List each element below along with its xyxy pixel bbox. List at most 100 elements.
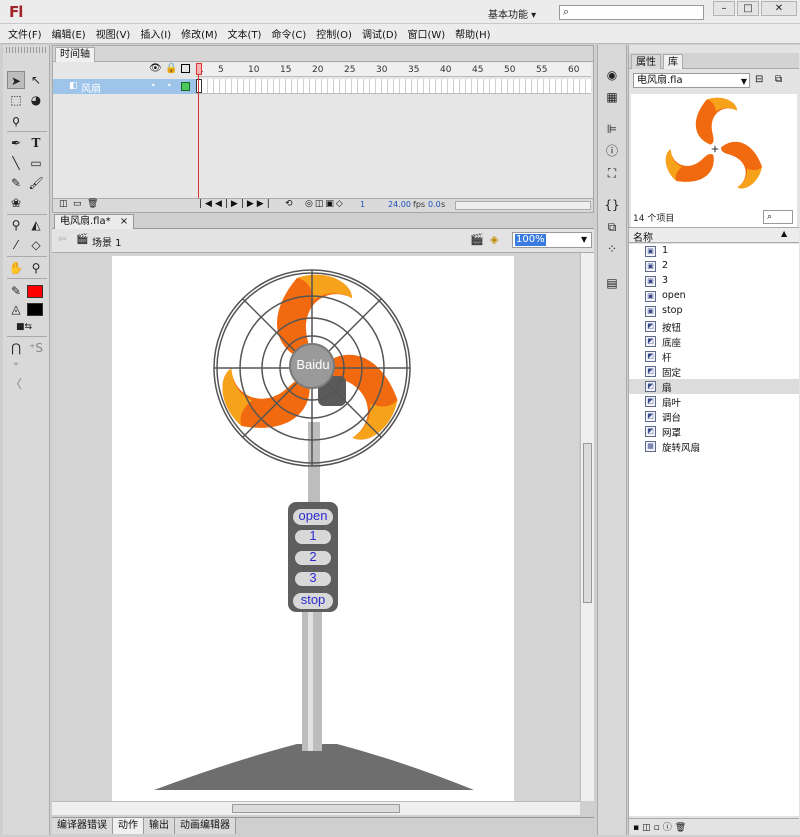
motion-presets-icon[interactable]: ⁘ (604, 241, 620, 257)
workspace-switcher[interactable]: 基本功能 ▾ (488, 6, 536, 21)
line-tool-icon[interactable]: ╲ (7, 154, 25, 172)
library-item[interactable]: ▦ 旋转风扇 (629, 439, 799, 454)
delete-layer-icon[interactable]: 🗑 (87, 199, 98, 209)
frame-ruler[interactable]: 1 5 10 15 20 25 30 35 40 45 50 55 60 (196, 63, 591, 77)
eye-icon[interactable]: 👁 (149, 63, 162, 74)
column-name[interactable]: 名称 (633, 229, 653, 244)
stroke-color-swatch[interactable] (27, 285, 43, 298)
subselection-tool-icon[interactable]: ↖ (27, 71, 45, 89)
tab-output[interactable]: 输出 (144, 818, 175, 834)
menu-modify[interactable]: 修改(M) (177, 26, 221, 41)
speed-1-button[interactable]: 1 (295, 528, 331, 543)
close-button[interactable]: ✕ (761, 1, 797, 16)
tab-compiler-errors[interactable]: 编译器错误 (52, 818, 113, 834)
color-palette-icon[interactable]: ◉ (604, 67, 620, 83)
selection-tool-icon[interactable]: ➤ (7, 71, 25, 89)
frame-rate[interactable]: 24.00 (388, 200, 411, 209)
library-item[interactable]: ◩ 扇叶 (629, 394, 799, 409)
vscroll-thumb[interactable] (583, 443, 592, 603)
library-item[interactable]: ◩ 杆 (629, 349, 799, 364)
outline-icon[interactable] (181, 64, 190, 73)
layer-name[interactable]: 风扇 (81, 80, 101, 95)
library-item-selected[interactable]: ◩ 扇 (629, 379, 799, 394)
eyedropper-icon[interactable]: ⁄ (7, 236, 25, 254)
visible-dot-icon[interactable]: • (151, 81, 156, 90)
tab-motion-editor[interactable]: 动画编辑器 (175, 818, 236, 834)
new-library-panel-icon[interactable]: ⧉ (775, 74, 782, 85)
hscroll-thumb[interactable] (232, 804, 400, 813)
new-folder-icon[interactable]: ▭ (73, 199, 82, 209)
loop-icon[interactable]: ⟲ (285, 199, 293, 209)
scene-name[interactable]: 场景 1 (92, 234, 122, 249)
stage-vscrollbar[interactable] (580, 253, 594, 801)
close-tab-icon[interactable]: × (120, 216, 128, 227)
library-item[interactable]: ◩ 按钮 (629, 319, 799, 334)
snap-magnet-icon[interactable]: ⋂ (7, 339, 25, 357)
layer-row[interactable]: ◧ 风扇 • • (53, 79, 196, 95)
straighten-icon[interactable]: ⁺〈 (7, 357, 25, 391)
library-file-select[interactable]: 电风扇.fla ▼ (633, 73, 750, 88)
library-column-header[interactable]: 名称 ▲ (629, 227, 799, 244)
menu-edit[interactable]: 编辑(E) (48, 26, 90, 41)
rectangle-tool-icon[interactable]: ▭ (27, 154, 45, 172)
playback-controls-icon[interactable]: |◀◀|▶|▶▶| (199, 199, 273, 209)
timeline-hscrollbar[interactable] (455, 201, 591, 210)
frames-row[interactable] (196, 79, 591, 94)
help-search-input[interactable]: ⌕ (559, 5, 704, 20)
menu-window[interactable]: 窗口(W) (403, 26, 449, 41)
minimize-button[interactable]: – (713, 1, 735, 16)
menu-commands[interactable]: 命令(C) (267, 26, 310, 41)
history-icon[interactable]: ▤ (604, 275, 620, 291)
edit-scene-icon[interactable]: 🎬 (470, 233, 484, 246)
zoom-select[interactable]: 100% ▼ (512, 232, 592, 248)
lock-dot-icon[interactable]: • (167, 81, 172, 90)
library-item[interactable]: ▣ stop (629, 304, 799, 319)
library-item[interactable]: ◩ 网罩 (629, 424, 799, 439)
info-icon[interactable]: ⓘ (604, 143, 620, 159)
components-icon[interactable]: ⧉ (604, 219, 620, 235)
tab-timeline[interactable]: 时间轴 (55, 47, 95, 62)
stroke-color-icon[interactable]: ✎ (7, 282, 25, 300)
library-item[interactable]: ▣ 3 (629, 274, 799, 289)
bone-tool-icon[interactable]: ⚲ (7, 216, 25, 234)
elapsed-time[interactable]: 0.0 (428, 200, 441, 209)
library-item[interactable]: ◩ 固定 (629, 364, 799, 379)
stage-pasteboard[interactable]: Baidu open 1 2 3 stop (52, 253, 579, 801)
swap-colors-icon[interactable]: ■⇆ (15, 318, 33, 336)
panel-grip[interactable] (6, 47, 46, 53)
zoom-tool-icon[interactable]: ⚲ (27, 259, 45, 277)
align-icon[interactable]: ⊫ (604, 121, 620, 137)
menu-insert[interactable]: 插入(I) (136, 26, 175, 41)
speed-2-button[interactable]: 2 (295, 549, 331, 564)
edit-symbols-icon[interactable]: ◈ (490, 233, 498, 246)
stage-hscrollbar[interactable] (52, 801, 580, 815)
new-layer-icon[interactable]: ◫ (59, 199, 68, 209)
current-frame[interactable]: 1 (360, 200, 365, 209)
menu-view[interactable]: 视图(V) (92, 26, 135, 41)
lasso-tool-icon[interactable]: ϙ (7, 111, 25, 129)
menu-text[interactable]: 文本(T) (224, 26, 266, 41)
3d-rotation-icon[interactable]: ◕ (27, 91, 45, 109)
menu-control[interactable]: 控制(O) (312, 26, 356, 41)
playhead[interactable] (196, 63, 202, 203)
menu-file[interactable]: 文件(F) (4, 26, 46, 41)
library-item[interactable]: ◩ 底座 (629, 334, 799, 349)
fill-color-icon[interactable]: ◬ (7, 300, 25, 318)
maximize-button[interactable]: □ (737, 1, 759, 16)
fill-color-swatch[interactable] (27, 303, 43, 316)
sort-icon[interactable]: ▲ (781, 229, 787, 238)
menu-debug[interactable]: 调试(D) (358, 26, 402, 41)
tab-library[interactable]: 库 (663, 54, 683, 69)
hand-tool-icon[interactable]: ✋ (7, 259, 25, 277)
pin-library-icon[interactable]: ⊟ (755, 74, 763, 85)
back-arrow-icon[interactable]: ⇦ (58, 234, 66, 245)
document-tab[interactable]: 电风扇.fla* × (54, 214, 135, 229)
open-button[interactable]: open (293, 508, 333, 523)
brush-tool-icon[interactable]: 🖌 (27, 174, 45, 192)
tab-properties[interactable]: 属性 (631, 54, 661, 69)
library-item[interactable]: ◩ 调台 (629, 409, 799, 424)
pen-tool-icon[interactable]: ✒ (7, 134, 25, 152)
stop-button[interactable]: stop (293, 592, 333, 607)
menu-help[interactable]: 帮助(H) (451, 26, 494, 41)
library-search-input[interactable]: ⌕ (763, 210, 793, 224)
